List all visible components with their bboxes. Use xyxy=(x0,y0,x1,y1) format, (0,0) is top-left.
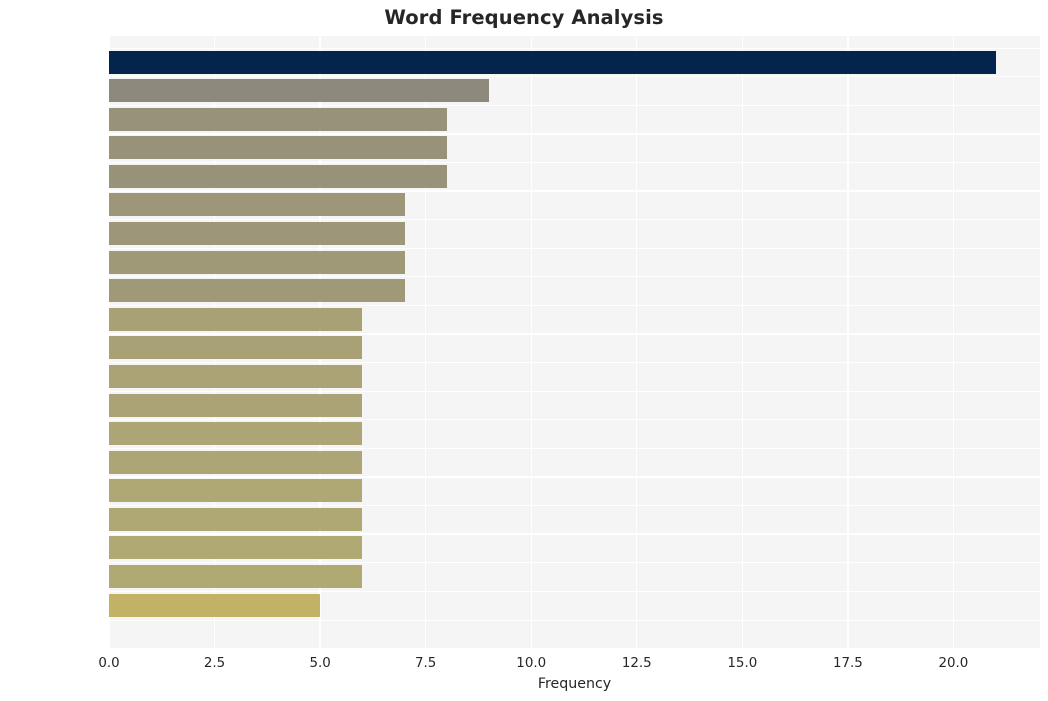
chart-figure: Word Frequency Analysis databasedatacore… xyxy=(0,0,1048,701)
x-axis-tick-label: 0.0 xyxy=(98,656,120,671)
x-axis-tick-label: 10.0 xyxy=(516,656,547,671)
x-axis-tick-label: 5.0 xyxy=(309,656,331,671)
x-axis: 0.0 2.5 5.0 7.5 10.0 12.5 15.0 17.5 20.0 Frequen… xyxy=(0,648,1048,701)
x-axis-tick-label: 7.5 xyxy=(415,656,437,671)
x-axis-tick-label: 15.0 xyxy=(727,656,758,671)
x-axis-tick-label: 20.0 xyxy=(938,656,969,671)
x-axis-tick-label: 2.5 xyxy=(203,656,226,671)
y-axis-tick-labels: databasedatacorenetqueryperformanceentit… xyxy=(0,36,1048,648)
x-axis-tick-label: 12.5 xyxy=(621,656,652,671)
chart-title: Word Frequency Analysis xyxy=(384,6,664,29)
x-axis-title: Frequency xyxy=(537,676,612,692)
x-axis-tick-label: 17.5 xyxy=(832,656,863,671)
